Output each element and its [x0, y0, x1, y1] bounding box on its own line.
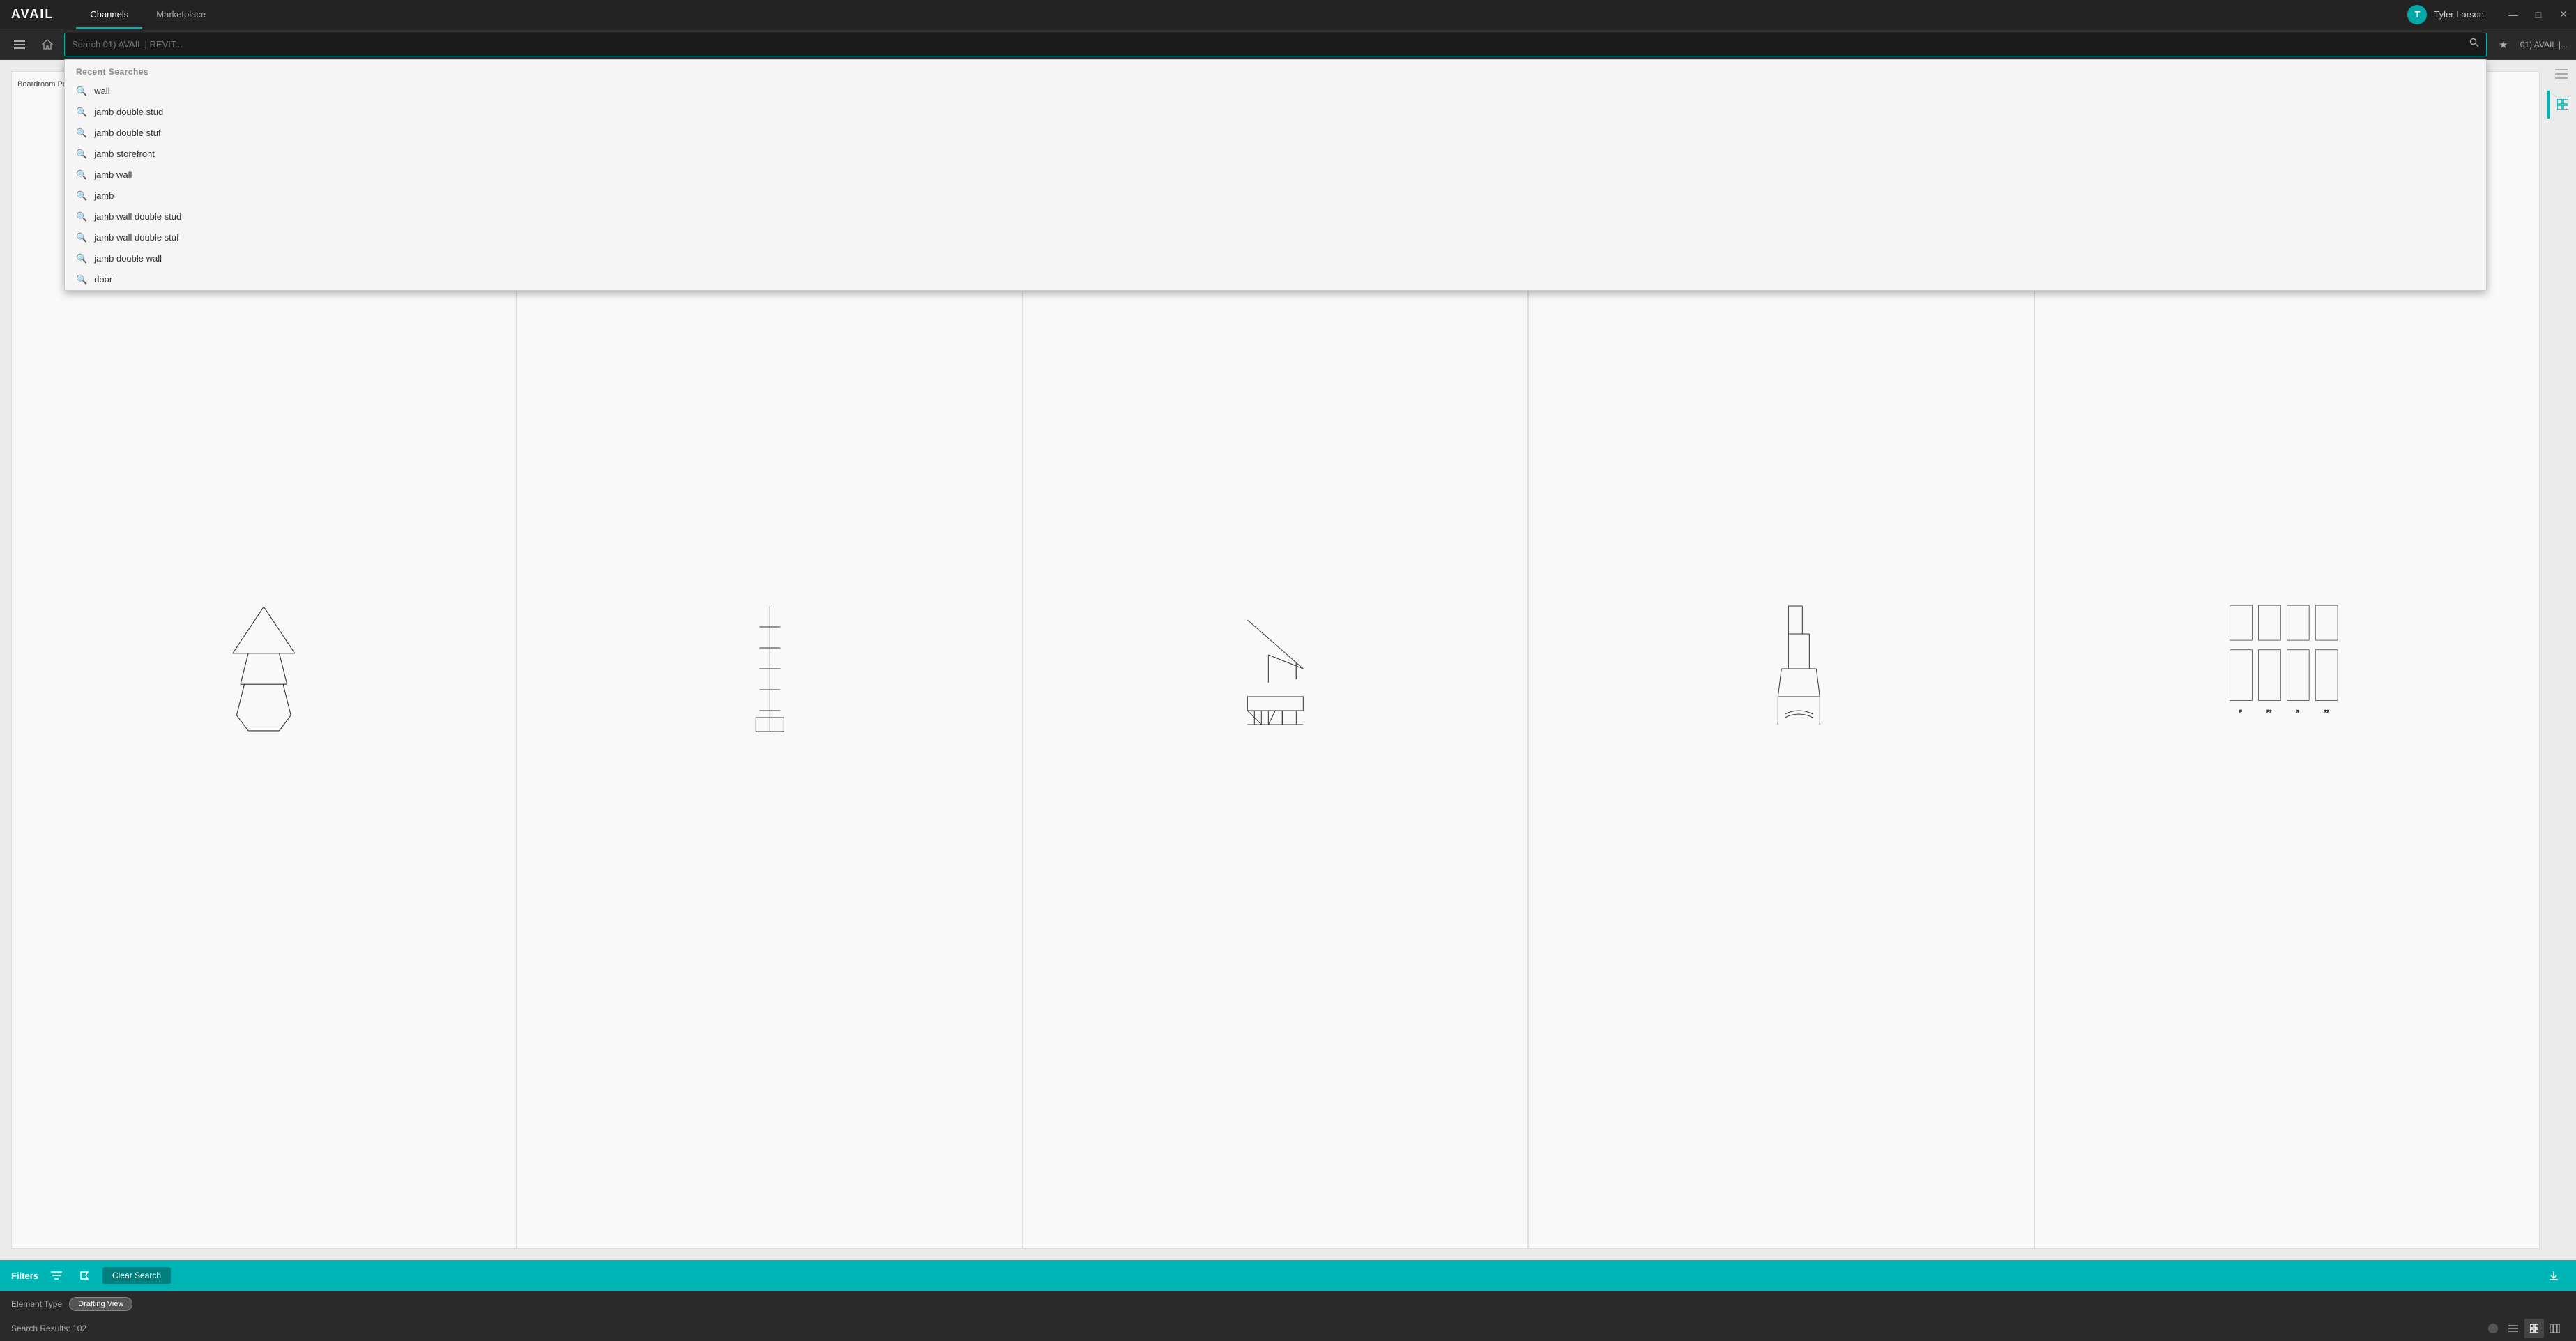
download-icon-button[interactable] — [2543, 1264, 2565, 1287]
recent-search-label: wall — [94, 86, 109, 96]
recent-search-label: door — [94, 274, 112, 285]
recent-search-item[interactable]: 🔍 door — [65, 269, 2486, 290]
list-view-button[interactable] — [2503, 1319, 2523, 1338]
search-small-icon: 🔍 — [76, 232, 87, 243]
recent-search-item[interactable]: 🔍 jamb — [65, 185, 2486, 206]
recent-search-item[interactable]: 🔍 jamb storefront — [65, 144, 2486, 165]
search-small-icon: 🔍 — [76, 86, 87, 97]
tab-marketplace[interactable]: Marketplace — [142, 0, 220, 29]
recent-search-item[interactable]: 🔍 jamb double stud — [65, 102, 2486, 123]
recent-search-item[interactable]: 🔍 jamb double stuf — [65, 123, 2486, 144]
clear-search-button[interactable]: Clear Search — [102, 1267, 171, 1284]
recent-search-item[interactable]: 🔍 jamb wall double stud — [65, 206, 2486, 227]
breadcrumb: 01) AVAIL |... — [2520, 40, 2568, 50]
search-results-count: Search Results: 102 — [11, 1324, 86, 1333]
grid-view-icon[interactable] — [2547, 91, 2575, 119]
secondary-toolbar: Recent Searches 🔍 wall 🔍 jamb double stu… — [0, 29, 2576, 60]
tab-channels[interactable]: Channels — [76, 0, 142, 29]
user-name: Tyler Larson — [2434, 9, 2484, 20]
menu-icon-button[interactable] — [8, 33, 31, 56]
bottom-bar: Filters Clear Search — [0, 1260, 2576, 1291]
element-type-badge[interactable]: Drafting View — [69, 1297, 132, 1311]
recent-search-label: jamb double stuf — [94, 128, 160, 138]
top-nav: AVAIL Channels Marketplace T Tyler Larso… — [0, 0, 2576, 29]
recent-search-item[interactable]: 🔍 jamb wall double stuf — [65, 227, 2486, 248]
user-area: T Tyler Larson — [2396, 5, 2495, 24]
recent-search-label: jamb double stud — [94, 107, 163, 117]
search-small-icon: 🔍 — [76, 253, 87, 264]
sidebar-toggle-icon[interactable] — [2547, 60, 2575, 88]
avatar: T — [2407, 5, 2427, 24]
recent-search-label: jamb wall double stud — [94, 211, 181, 222]
minimize-button[interactable]: — — [2501, 0, 2526, 29]
search-small-icon: 🔍 — [76, 190, 87, 202]
svg-text:S: S — [2296, 709, 2299, 714]
filter-flag-icon[interactable] — [75, 1266, 94, 1285]
element-type-label: Element Type — [11, 1299, 62, 1309]
svg-text:F: F — [2239, 709, 2242, 714]
svg-text:F2: F2 — [2266, 709, 2272, 714]
filters-label: Filters — [11, 1271, 38, 1281]
home-icon-button[interactable] — [36, 33, 59, 56]
search-dropdown: Recent Searches 🔍 wall 🔍 jamb double stu… — [64, 59, 2487, 291]
right-side-panel — [2547, 60, 2576, 119]
recent-search-label: jamb wall — [94, 169, 132, 180]
grid-view-button[interactable] — [2524, 1319, 2544, 1338]
search-small-icon: 🔍 — [76, 107, 87, 118]
recent-search-label: jamb — [94, 190, 114, 201]
status-bar: Search Results: 102 — [0, 1316, 2576, 1341]
view-toggle-group — [2503, 1319, 2565, 1338]
search-small-icon: 🔍 — [76, 169, 87, 181]
columns-view-button[interactable] — [2545, 1319, 2565, 1338]
search-bar — [64, 33, 2487, 56]
svg-text:S2: S2 — [2324, 709, 2329, 714]
size-slider[interactable] — [2488, 1324, 2498, 1333]
recent-search-label: jamb double wall — [94, 253, 162, 264]
search-small-icon: 🔍 — [76, 274, 87, 285]
recent-search-item[interactable]: 🔍 jamb double wall — [65, 248, 2486, 269]
recent-search-item[interactable]: 🔍 jamb wall — [65, 165, 2486, 185]
maximize-button[interactable]: □ — [2526, 0, 2551, 29]
recent-search-label: jamb storefront — [94, 149, 155, 159]
search-input[interactable] — [72, 39, 2469, 50]
search-small-icon: 🔍 — [76, 128, 87, 139]
search-small-icon: 🔍 — [76, 149, 87, 160]
app-logo: AVAIL — [6, 7, 59, 22]
search-small-icon: 🔍 — [76, 211, 87, 222]
search-submit-icon[interactable] — [2469, 38, 2479, 51]
dropdown-header: Recent Searches — [65, 60, 2486, 81]
star-icon-button[interactable]: ★ — [2492, 33, 2515, 56]
search-wrapper: Recent Searches 🔍 wall 🔍 jamb double stu… — [64, 33, 2487, 56]
filter-list-icon[interactable] — [47, 1266, 66, 1285]
recent-search-item[interactable]: 🔍 wall — [65, 81, 2486, 102]
window-controls: — □ ✕ — [2501, 0, 2576, 29]
element-type-bar: Element Type Drafting View — [0, 1291, 2576, 1316]
close-button[interactable]: ✕ — [2551, 0, 2576, 29]
recent-search-label: jamb wall double stuf — [94, 232, 178, 243]
